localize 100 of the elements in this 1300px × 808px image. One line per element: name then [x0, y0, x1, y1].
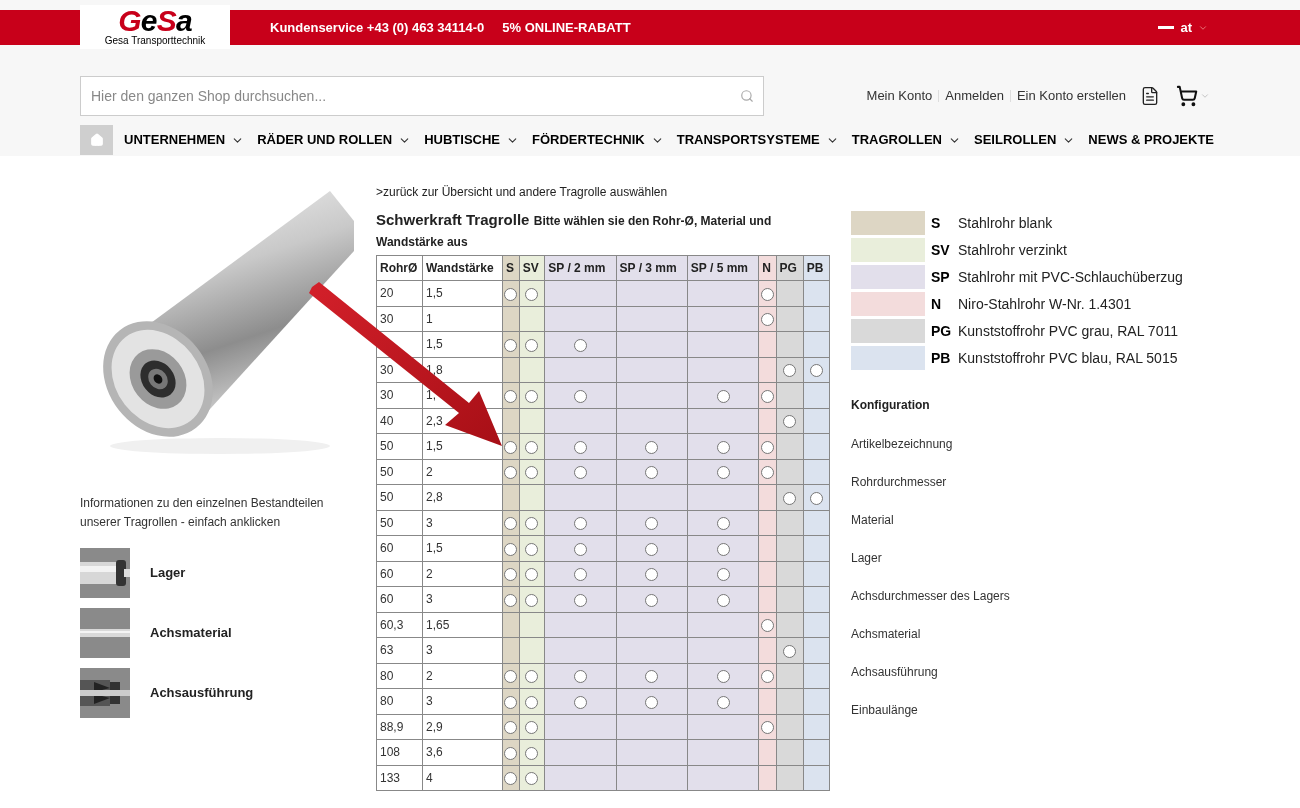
- part-link[interactable]: Lager: [150, 563, 186, 583]
- legend-code: N: [931, 294, 943, 314]
- radio-button[interactable]: [525, 466, 539, 480]
- radio-button[interactable]: [783, 491, 797, 505]
- radio-button[interactable]: [573, 517, 587, 531]
- radio-button[interactable]: [573, 568, 587, 582]
- radio-button[interactable]: [504, 670, 518, 684]
- radio-button[interactable]: [573, 440, 587, 454]
- part-link[interactable]: Achsausführung: [150, 683, 254, 703]
- nav-item[interactable]: FÖRDERTECHNIK: [532, 130, 664, 150]
- radio-button[interactable]: [760, 440, 774, 454]
- radio-button[interactable]: [716, 542, 730, 556]
- nav-item[interactable]: UNTERNEHMEN: [124, 130, 245, 150]
- heading: Schwerkraft Tragrolle Bitte wählen sie den Rohr-Ø, Material und Wandstärke aus: [376, 210, 773, 251]
- radio-button[interactable]: [645, 440, 659, 454]
- table-cell: 1,65: [422, 612, 503, 638]
- radio-button[interactable]: [645, 517, 659, 531]
- nav-item[interactable]: TRAGROLLEN: [851, 130, 961, 150]
- part-link[interactable]: Achsmaterial: [150, 623, 232, 643]
- table-cell: 50: [376, 510, 423, 536]
- radio-button[interactable]: [783, 364, 797, 378]
- radio-button[interactable]: [760, 670, 774, 684]
- radio-button[interactable]: [716, 440, 730, 454]
- radio-button[interactable]: [504, 338, 518, 352]
- radio-button[interactable]: [504, 746, 518, 760]
- radio-button[interactable]: [525, 593, 539, 607]
- radio-button[interactable]: [525, 695, 539, 709]
- legend-text: Stahlrohr verzinkt: [958, 240, 1067, 260]
- account-link[interactable]: Mein Konto: [866, 86, 933, 106]
- radio-button[interactable]: [760, 313, 774, 327]
- radio-button[interactable]: [645, 695, 659, 709]
- radio-button[interactable]: [760, 466, 774, 480]
- table-cell: 30: [376, 306, 423, 332]
- radio-button[interactable]: [573, 466, 587, 480]
- radio-button[interactable]: [783, 415, 797, 429]
- radio-button[interactable]: [716, 389, 730, 403]
- radio-button[interactable]: [573, 389, 587, 403]
- radio-button[interactable]: [525, 287, 539, 301]
- language-selector[interactable]: at: [1158, 17, 1208, 38]
- document-icon[interactable]: [1140, 86, 1160, 106]
- radio-button[interactable]: [525, 338, 539, 352]
- radio-button[interactable]: [716, 517, 730, 531]
- radio-button[interactable]: [525, 389, 539, 403]
- radio-button[interactable]: [504, 440, 518, 454]
- radio-button[interactable]: [504, 772, 518, 786]
- radio-button[interactable]: [504, 389, 518, 403]
- back-link[interactable]: >zurück zur Übersicht und andere Tragrolle auswählen: [376, 183, 830, 201]
- radio-button[interactable]: [504, 721, 518, 735]
- radio-button[interactable]: [645, 568, 659, 582]
- radio-button[interactable]: [573, 542, 587, 556]
- table-cell: 2: [422, 561, 503, 587]
- radio-button[interactable]: [573, 338, 587, 352]
- radio-button[interactable]: [573, 593, 587, 607]
- configuration-item: Achsdurchmesser des Lagers: [851, 588, 1011, 604]
- radio-button[interactable]: [504, 695, 518, 709]
- radio-button[interactable]: [504, 593, 518, 607]
- radio-button[interactable]: [525, 517, 539, 531]
- radio-button[interactable]: [525, 772, 539, 786]
- radio-button[interactable]: [504, 517, 518, 531]
- nav-item[interactable]: NEWS & PROJEKTE: [1088, 130, 1215, 150]
- radio-button[interactable]: [525, 542, 539, 556]
- radio-button[interactable]: [645, 466, 659, 480]
- radio-button[interactable]: [760, 619, 774, 633]
- radio-button[interactable]: [760, 389, 774, 403]
- radio-button[interactable]: [525, 721, 539, 735]
- radio-button[interactable]: [716, 695, 730, 709]
- radio-button[interactable]: [760, 721, 774, 735]
- nav-item[interactable]: SEILROLLEN: [974, 130, 1076, 150]
- radio-button[interactable]: [716, 466, 730, 480]
- radio-button[interactable]: [525, 670, 539, 684]
- radio-button[interactable]: [716, 593, 730, 607]
- table-cell: 60,3: [376, 612, 423, 638]
- radio-button[interactable]: [809, 364, 823, 378]
- radio-button[interactable]: [783, 644, 797, 658]
- radio-button[interactable]: [716, 670, 730, 684]
- radio-button[interactable]: [645, 670, 659, 684]
- radio-button[interactable]: [645, 593, 659, 607]
- account-link[interactable]: Anmelden: [945, 86, 1004, 106]
- radio-button[interactable]: [504, 568, 518, 582]
- radio-button[interactable]: [525, 568, 539, 582]
- account-link[interactable]: Ein Konto erstellen: [1016, 86, 1126, 106]
- radio-button[interactable]: [716, 568, 730, 582]
- radio-button[interactable]: [809, 491, 823, 505]
- radio-button[interactable]: [504, 287, 518, 301]
- info-text: Informationen zu den einzelnen Bestandteilen unserer Tragrollen - einfach anklicken: [80, 495, 325, 531]
- nav-item[interactable]: HUBTISCHE: [424, 130, 520, 150]
- radio-button[interactable]: [645, 542, 659, 556]
- radio-button[interactable]: [525, 440, 539, 454]
- radio-button[interactable]: [573, 670, 587, 684]
- nav-item[interactable]: RÄDER UND ROLLEN: [257, 130, 412, 150]
- radio-button[interactable]: [525, 746, 539, 760]
- nav-item[interactable]: TRANSPORTSYSTEME: [676, 130, 839, 150]
- logo[interactable]: GeSa Gesa Transporttechnik: [80, 4, 230, 49]
- radio-button[interactable]: [504, 542, 518, 556]
- radio-button[interactable]: [504, 466, 518, 480]
- cart-icon[interactable]: [1176, 85, 1198, 107]
- radio-button[interactable]: [573, 695, 587, 709]
- search-field[interactable]: Hier den ganzen Shop durchsuchen...: [80, 76, 764, 116]
- radio-button[interactable]: [760, 287, 774, 301]
- search-icon[interactable]: [740, 89, 754, 103]
